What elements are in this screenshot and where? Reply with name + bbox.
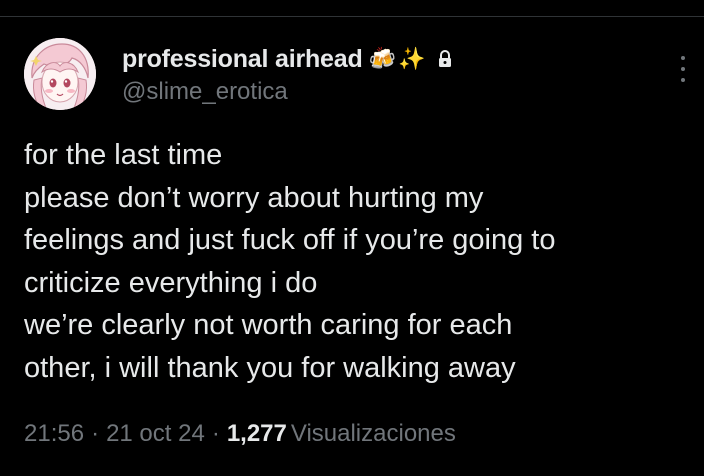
top-divider [0,16,704,17]
tweet-text-line: we’re clearly not worth caring for each [24,309,513,341]
more-options-icon[interactable] [678,56,688,82]
tweet-text-line: please don’t worry about hurting my [24,181,484,214]
tweet-metadata: 21:56 · 21 oct 24 · 1,277 Visualizacione… [24,420,456,448]
more-dot [681,56,685,60]
avatar-image [24,38,96,110]
author-display-name[interactable]: professional airhead [122,45,363,74]
views-label: Visualizaciones [290,420,456,447]
tweet-date[interactable]: 21 oct 24 [106,420,205,448]
views-count[interactable]: 1,277 [227,420,287,448]
beer-mugs-emoji-icon: 🍻 [368,46,396,71]
tweet-text: for the last time please don’t worry abo… [24,134,690,389]
more-dot [681,67,685,71]
tweet-text-line: feelings and just fuck off if you’re goi… [24,224,556,256]
author-name-row: professional airhead 🍻 ✨ [122,44,654,74]
avatar[interactable] [24,38,96,110]
tweet-text-line: criticize everything i do [24,266,318,299]
meta-separator: · [91,420,100,447]
sparkles-emoji-icon: ✨ [397,46,426,71]
tweet-time[interactable]: 21:56 [24,420,84,448]
tweet-text-line: other, i will thank you for walking away [24,351,516,384]
meta-separator: · [211,420,220,447]
more-dot [681,78,685,82]
tweet-text-line: for the last time [24,139,223,171]
lock-icon [437,49,453,69]
tweet-header: professional airhead 🍻 ✨ @slime_erotica [122,44,654,106]
author-handle[interactable]: @slime_erotica [122,78,654,106]
